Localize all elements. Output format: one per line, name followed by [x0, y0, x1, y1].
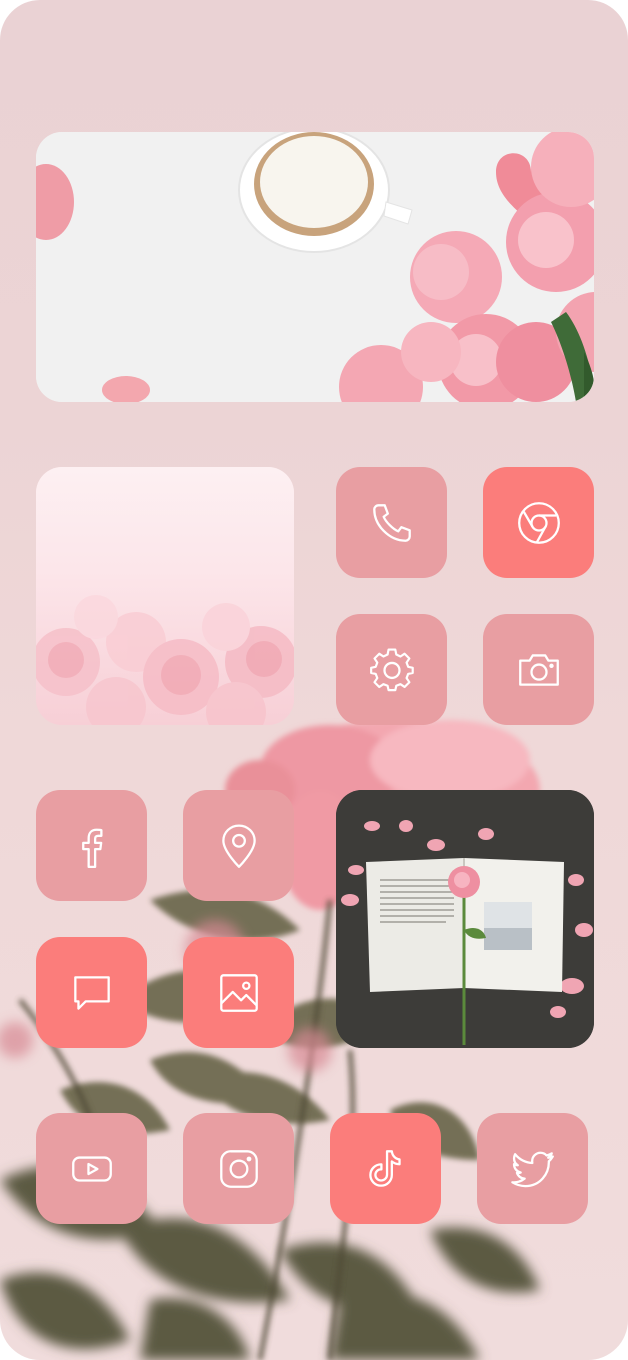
facebook-app[interactable]: facebook: [36, 790, 147, 901]
book-rose-photo-widget[interactable]: [336, 790, 594, 1048]
youtube-icon: [71, 1155, 112, 1182]
facebook-icon: [81, 828, 103, 868]
home-screen: phone chrome settings camera facebook: [0, 0, 628, 1360]
camera-icon: [518, 653, 559, 686]
book-rose-image: [336, 790, 594, 1048]
message-bubble-icon: [73, 975, 110, 1010]
coffee-roses-image: [36, 132, 594, 402]
messages-app[interactable]: messages: [36, 937, 147, 1048]
pink-roses-image: [36, 467, 294, 725]
instagram-app[interactable]: instagram: [183, 1113, 294, 1224]
twitter-bird-icon: [510, 1151, 554, 1187]
camera-app[interactable]: camera: [483, 614, 594, 725]
pink-roses-photo-widget[interactable]: [36, 467, 294, 725]
image-icon: [219, 973, 258, 1012]
phone-icon: [372, 503, 411, 542]
phone-app[interactable]: phone: [336, 467, 447, 578]
gear-icon: [369, 647, 414, 691]
location-pin-icon: [221, 823, 256, 868]
chrome-icon: [517, 501, 560, 544]
maps-app[interactable]: maps: [183, 790, 294, 901]
coffee-roses-photo-widget[interactable]: [36, 132, 594, 402]
chrome-app[interactable]: chrome: [483, 467, 594, 578]
tiktok-icon: [368, 1149, 401, 1187]
settings-app[interactable]: settings: [336, 614, 447, 725]
instagram-icon: [219, 1149, 258, 1188]
twitter-app[interactable]: twitter: [477, 1113, 588, 1224]
photos-app[interactable]: photos: [183, 937, 294, 1048]
youtube-app[interactable]: youtube: [36, 1113, 147, 1224]
tiktok-app[interactable]: tiktok: [330, 1113, 441, 1224]
